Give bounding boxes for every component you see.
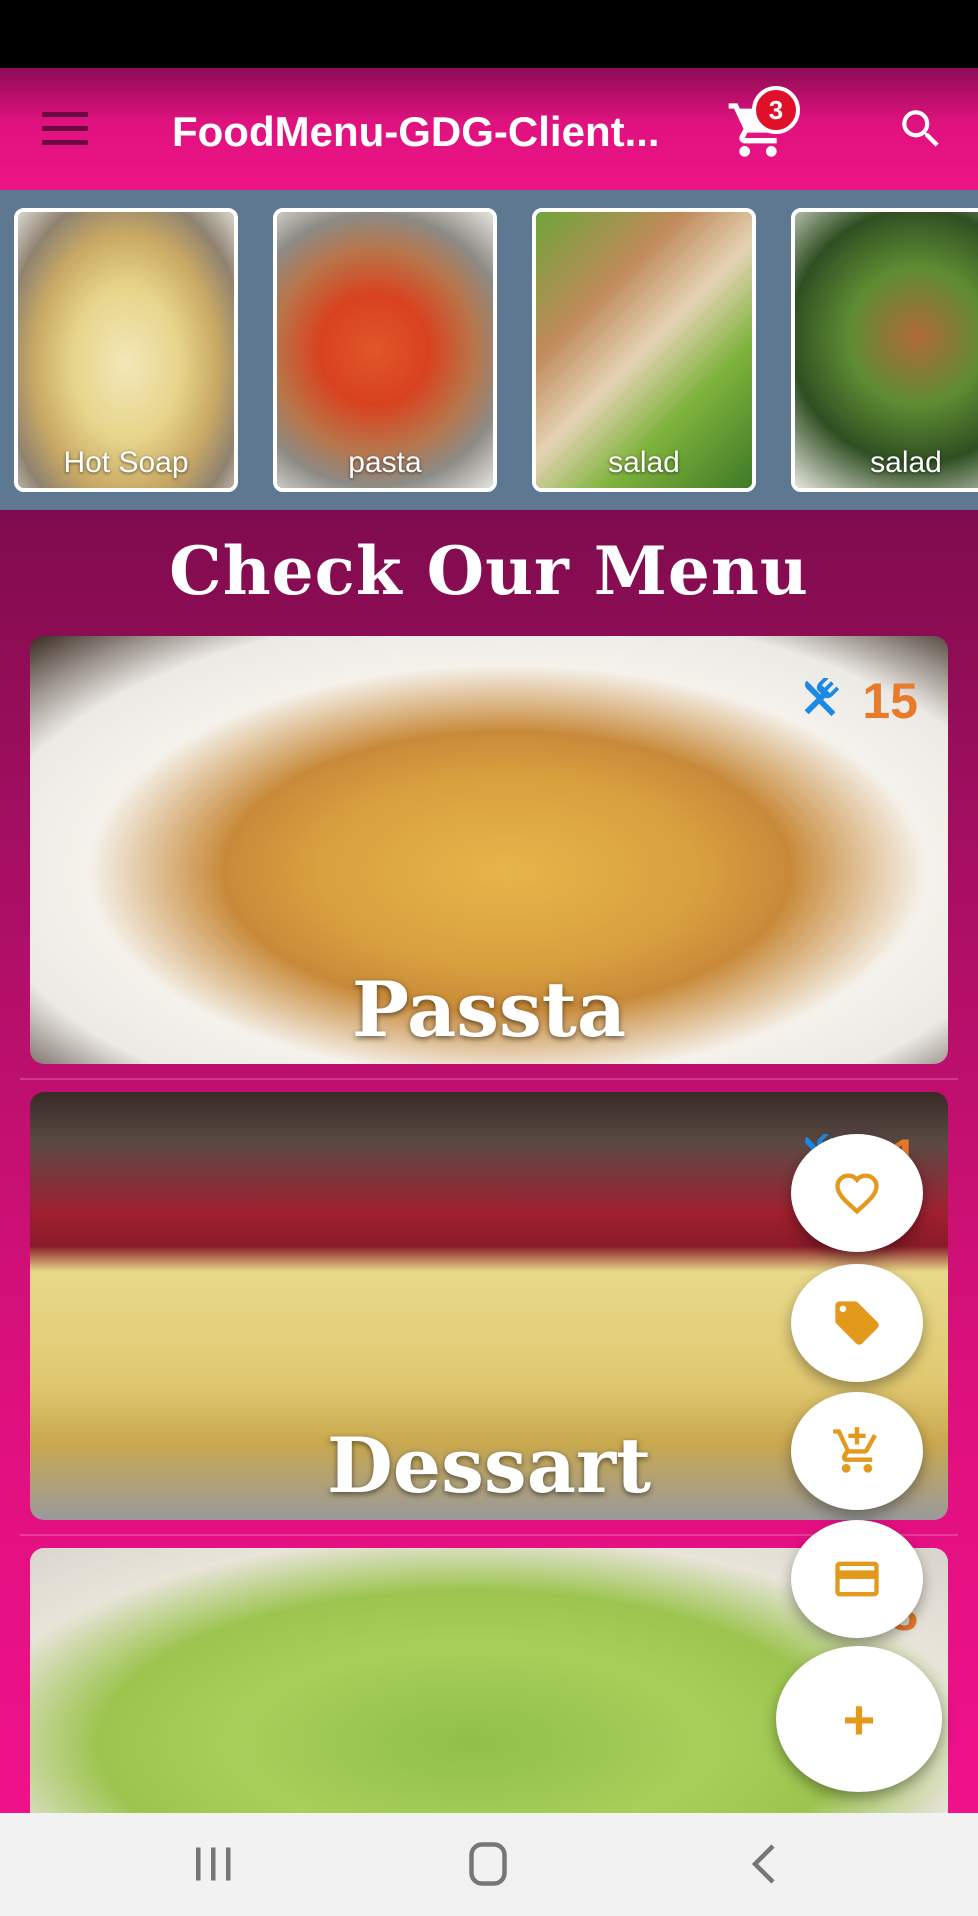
- menu-card-label: Passta: [351, 965, 627, 1054]
- category-thumb[interactable]: salad: [791, 208, 978, 492]
- offers-fab[interactable]: [791, 1264, 923, 1382]
- menu-card-meta: 15: [796, 672, 918, 730]
- cart-badge: 3: [752, 86, 800, 134]
- menu-card-count: 15: [862, 673, 918, 729]
- credit-card-icon: [835, 1561, 879, 1597]
- tag-icon: [835, 1301, 879, 1345]
- app-bar: FoodMenu-GDG-Client... 3: [0, 68, 978, 190]
- category-label: Hot Soap: [63, 446, 189, 479]
- utensils-icon: [803, 678, 840, 717]
- status-bar: [0, 0, 978, 68]
- navigation-bar: [0, 1813, 978, 1916]
- category-thumb[interactable]: Hot Soap: [14, 208, 238, 492]
- favorite-fab[interactable]: [791, 1134, 923, 1252]
- app-title: FoodMenu-GDG-Client...: [172, 108, 660, 155]
- back-icon[interactable]: [734, 1841, 794, 1887]
- recents-icon[interactable]: [184, 1841, 244, 1887]
- menu-card[interactable]: 15 Passta: [30, 636, 948, 1064]
- category-thumb[interactable]: pasta: [273, 208, 497, 492]
- category-label: salad: [608, 446, 680, 479]
- heart-icon: [835, 1173, 879, 1215]
- add-to-cart-fab[interactable]: [791, 1392, 923, 1510]
- category-thumb[interactable]: salad: [532, 208, 756, 492]
- menu-icon[interactable]: [42, 112, 88, 146]
- category-strip: Hot Soap pasta salad salad: [0, 190, 978, 510]
- add-cart-icon: [833, 1427, 877, 1473]
- payment-fab[interactable]: [791, 1520, 923, 1638]
- home-icon[interactable]: [458, 1841, 518, 1887]
- expand-fab[interactable]: +: [776, 1646, 942, 1792]
- section-title: Check Our Menu: [169, 532, 809, 610]
- category-label: salad: [870, 446, 942, 479]
- divider: [20, 1078, 958, 1080]
- category-label: pasta: [348, 446, 422, 479]
- search-icon[interactable]: [896, 104, 946, 154]
